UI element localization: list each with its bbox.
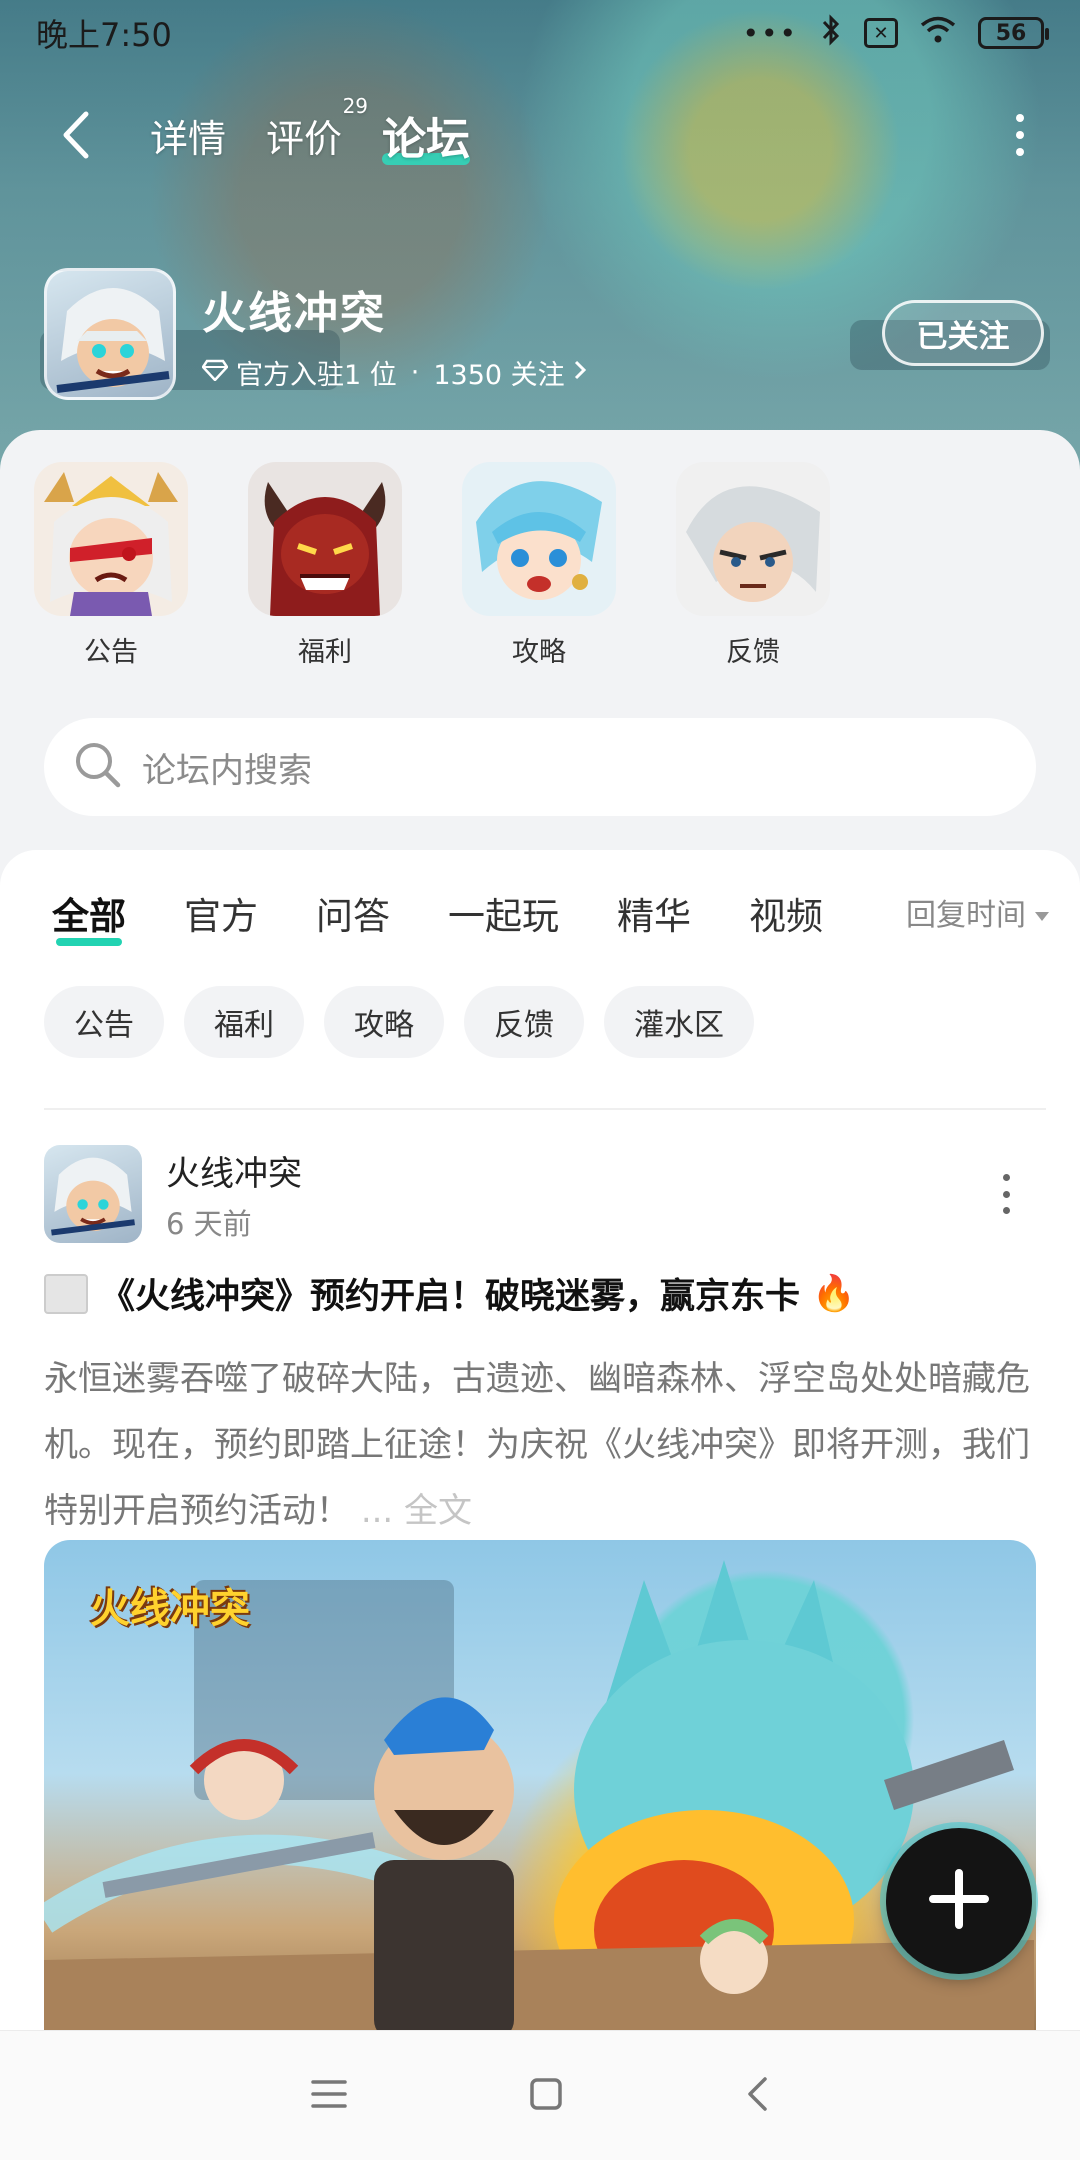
post-time: 6 天前	[166, 1206, 252, 1241]
category-label: 福利	[298, 637, 352, 668]
dots-icon: •••	[742, 16, 798, 50]
chip-announcement[interactable]: 公告	[44, 986, 164, 1058]
tab-reviews-label: 评价	[266, 116, 343, 161]
status-icons: ••• ✕ 56	[742, 13, 1049, 53]
feed-tab-video[interactable]: 视频	[749, 886, 823, 940]
tab-details[interactable]: 详情	[150, 108, 226, 163]
category-label: 公告	[84, 637, 138, 668]
category-announcement[interactable]: 公告	[34, 462, 188, 669]
separator: ·	[410, 356, 420, 388]
chip-welfare[interactable]: 福利	[184, 986, 304, 1058]
system-nav-bar	[0, 2030, 1080, 2160]
chip-feedback[interactable]: 反馈	[464, 986, 584, 1058]
more-options-icon[interactable]	[1000, 100, 1040, 170]
feed-tab-play-together[interactable]: 一起玩	[448, 886, 559, 940]
followers-count: 1350 关注	[433, 359, 565, 391]
menu-icon[interactable]	[311, 2079, 347, 2113]
post-body[interactable]: 永恒迷雾吞噬了破碎大陆，古遗迹、幽暗森林、浮空岛处处暗藏危机。现在，预约即踏上征…	[44, 1346, 1034, 1544]
guide-avatar-icon	[462, 462, 616, 616]
category-shortcuts: 公告 福利 攻略 反馈	[34, 462, 830, 669]
game-icon[interactable]	[44, 268, 176, 400]
follow-button[interactable]: 已关注	[882, 300, 1044, 366]
official-count: 官方入驻1 位	[236, 359, 397, 391]
game-meta: 火线冲突 官方入驻1 位 · 1350 关注	[201, 277, 587, 392]
author-avatar[interactable]	[44, 1145, 142, 1243]
tab-details-label: 详情	[150, 116, 227, 161]
sort-label: 回复时间	[906, 898, 1026, 933]
back-icon[interactable]	[40, 100, 110, 170]
author-name[interactable]: 火线冲突	[166, 1146, 302, 1195]
chip-chat[interactable]: 灌水区	[604, 986, 754, 1058]
welfare-avatar-icon	[248, 462, 402, 616]
reviews-count-badge: 29	[342, 93, 369, 118]
category-label: 攻略	[512, 637, 566, 668]
category-label: 反馈	[726, 637, 780, 668]
image-placeholder-icon	[44, 1273, 88, 1314]
game-logo-text: 火线冲突	[90, 1586, 250, 1632]
post-title[interactable]: 《火线冲突》预约开启！破晓迷雾，赢京东卡 🔥	[44, 1268, 1034, 1319]
diamond-icon	[201, 357, 229, 388]
forum-sheet: 公告 福利 攻略 反馈 论坛内搜索 全部 官方 问答 一起玩 精华 视频 回复时…	[0, 430, 1080, 2150]
post-header: 火线冲突 6 天前	[44, 1144, 1034, 1244]
search-input[interactable]: 论坛内搜索	[44, 718, 1036, 816]
post-more-icon[interactable]	[996, 1174, 1016, 1214]
plus-icon	[927, 1867, 991, 1935]
battery-icon: 56	[978, 17, 1049, 49]
wifi-icon	[920, 16, 956, 51]
bluetooth-icon	[820, 13, 842, 53]
tab-forum[interactable]: 论坛	[382, 103, 471, 167]
search-icon	[72, 739, 124, 795]
sim-off-icon: ✕	[864, 18, 898, 48]
category-welfare[interactable]: 福利	[248, 462, 402, 669]
feed-tabs: 全部 官方 问答 一起玩 精华 视频	[52, 886, 881, 946]
chip-guide[interactable]: 攻略	[324, 986, 444, 1058]
status-time: 晚上7:50	[36, 16, 172, 54]
category-feedback[interactable]: 反馈	[676, 462, 830, 669]
game-title: 火线冲突	[202, 287, 386, 339]
feed-tab-official[interactable]: 官方	[184, 886, 258, 940]
tab-forum-label: 论坛	[382, 114, 471, 165]
feed-tab-qa[interactable]: 问答	[316, 886, 390, 940]
chevron-right-icon	[573, 357, 587, 388]
divider	[44, 1108, 1046, 1110]
post-author: 火线冲突 6 天前	[166, 1146, 302, 1243]
feed-tab-all[interactable]: 全部	[52, 886, 126, 946]
category-guide[interactable]: 攻略	[462, 462, 616, 669]
tab-reviews[interactable]: 评价 29	[266, 94, 368, 163]
game-stats[interactable]: 官方入驻1 位 · 1350 关注	[201, 353, 587, 392]
feed-tab-featured[interactable]: 精华	[617, 886, 691, 940]
topic-chips: 公告 福利 攻略 反馈 灌水区	[44, 986, 754, 1058]
system-back-icon[interactable]	[745, 2076, 769, 2116]
read-more-link[interactable]: ... 全文	[361, 1491, 472, 1531]
fire-icon: 🔥	[812, 1274, 856, 1314]
caret-down-icon	[1034, 895, 1050, 930]
announcement-avatar-icon	[34, 462, 188, 616]
post-title-text: 《火线冲突》预约开启！破晓迷雾，赢京东卡	[100, 1277, 801, 1317]
sort-dropdown[interactable]: 回复时间	[906, 890, 1050, 934]
game-info: 火线冲突 官方入驻1 位 · 1350 关注 已关注	[44, 266, 1044, 402]
post-image[interactable]: 火线冲突	[44, 1540, 1036, 2060]
feedback-avatar-icon	[676, 462, 830, 616]
search-placeholder: 论坛内搜索	[142, 750, 312, 791]
top-nav: 详情 评价 29 论坛	[0, 90, 1080, 180]
post-body-text: 永恒迷雾吞噬了破碎大陆，古遗迹、幽暗森林、浮空岛处处暗藏危机。现在，预约即踏上征…	[44, 1359, 1030, 1531]
home-icon[interactable]	[529, 2077, 563, 2115]
status-bar: 晚上7:50 ••• ✕ 56	[0, 0, 1080, 66]
create-post-button[interactable]	[886, 1828, 1032, 1974]
